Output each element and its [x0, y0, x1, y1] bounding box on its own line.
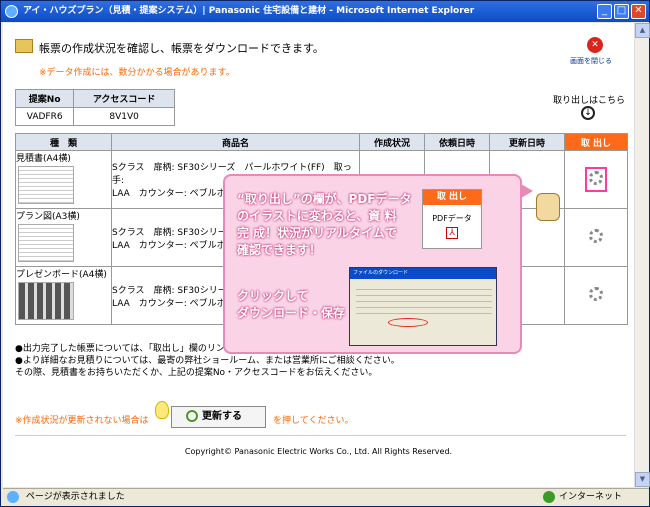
window-title: アイ・ハウズプラン（見積・提案システム）| Panasonic 住宅設備と建材 … [23, 6, 475, 16]
pdf-preview-header: 取 出し [423, 190, 481, 205]
vertical-scrollbar[interactable]: ▲ ▼ [634, 23, 650, 487]
col-product: 商品名 [111, 133, 360, 151]
lightbulb-icon [155, 401, 169, 419]
refresh-suffix: を押してください。 [273, 416, 354, 426]
loading-icon [589, 171, 603, 185]
doc-type: 見積書(A4横) [16, 154, 71, 164]
scroll-down-icon[interactable]: ▼ [635, 472, 650, 487]
loading-icon [589, 287, 603, 301]
proposal-header: 提案No [14, 89, 75, 108]
maximize-button[interactable]: □ [614, 4, 629, 19]
scroll-up-icon[interactable]: ▲ [635, 23, 650, 38]
callout-line-5: クリックして [237, 289, 309, 303]
callout-pointer [521, 184, 533, 198]
callout-bubble: “取り出し”の欄が、PDFデータ のイラストに変わると、資 料 完 成！状況がリ… [223, 174, 522, 354]
callout-text: “取り出し”の欄が、PDFデータ のイラストに変わると、資 料 完 成！状況がリ… [237, 191, 427, 259]
down-arrow-icon[interactable]: ↓ [581, 106, 595, 120]
page-icon [7, 491, 19, 503]
doc-thumbnail [18, 224, 74, 262]
pdf-icon: ⅄ [446, 227, 458, 239]
zone-text: インターネット [559, 492, 623, 502]
save-button-highlight[interactable] [388, 318, 428, 327]
proposal-no: VADFR6 [14, 107, 75, 126]
col-takeout: 取 出し [564, 133, 628, 151]
access-code: 8V1V0 [73, 107, 175, 126]
access-header: アクセスコード [73, 89, 175, 108]
callout-line-2: のイラストに変わると、資 料 [237, 209, 397, 223]
refresh-button[interactable]: 更新する [171, 406, 266, 428]
ie-icon [5, 5, 18, 18]
hand-cursor-icon [536, 193, 560, 221]
col-status: 作成状況 [359, 133, 425, 151]
doc-thumbnail [18, 166, 74, 204]
refresh-button-label: 更新する [202, 411, 242, 422]
info-bullet-2: ●より詳細なお見積りについては、最寄の弊社ショールーム、または営業所にご相談くだ… [15, 356, 400, 366]
globe-icon [543, 491, 555, 503]
col-updated: 更新日時 [489, 133, 565, 151]
copyright: Copyright© Panasonic Electric Works Co.,… [184, 447, 453, 456]
minimize-button[interactable]: _ [597, 4, 612, 19]
page-heading: 帳票の作成状況を確認し、帳票をダウンロードできます。 [39, 42, 324, 55]
close-window-button[interactable]: ✕ [631, 4, 646, 19]
col-type: 種 類 [15, 133, 112, 151]
doc-type: プレゼンボード(A4横) [16, 270, 107, 280]
callout-click-text: クリックして ダウンロード・保存 [237, 288, 345, 322]
callout-line-3: 完 成！状況がリアルタイムで [237, 226, 397, 240]
browser-window: アイ・ハウズプラン（見積・提案システム）| Panasonic 住宅設備と建材 … [0, 0, 650, 507]
refresh-prefix: ※作成状況が更新されない場合は [15, 416, 149, 426]
title-bar: アイ・ハウズプラン（見積・提案システム）| Panasonic 住宅設備と建材 … [1, 1, 649, 22]
pdf-label: PDFデータ [432, 214, 472, 223]
status-text: ページが表示されました [25, 492, 125, 502]
callout-line-1: “取り出し”の欄が、PDFデータ [237, 192, 412, 206]
close-page-icon[interactable]: ✕ [587, 37, 603, 53]
status-bar: ページが表示されました インターネット [3, 488, 649, 506]
divider [15, 435, 626, 436]
callout-line-6: ダウンロード・保存 [237, 306, 346, 320]
dialog-title: ファイルのダウンロード [350, 268, 496, 279]
info-bullet-3: その際、見積書をお持ちいただくか、上記の提案No・アクセスコードをお伝えください… [15, 368, 378, 378]
col-requested: 依頼日時 [424, 133, 490, 151]
refresh-icon [186, 410, 198, 422]
pdf-preview: 取 出し PDFデータ ⅄ [422, 189, 482, 249]
proposal-table: 提案No アクセスコード VADFR6 8V1V0 [14, 89, 175, 126]
doc-type: プラン図(A3横) [16, 212, 80, 222]
note-text: ※データ作成には、数分かかる場合があります。 [39, 68, 235, 78]
folder-icon [15, 39, 33, 53]
download-dialog: ファイルのダウンロード [349, 267, 497, 346]
takeout-link[interactable]: 取り出しはこちら [553, 93, 625, 106]
close-page-link[interactable]: 画面を閉じる [570, 56, 612, 66]
loading-icon [589, 229, 603, 243]
dialog-body [356, 284, 492, 314]
doc-thumbnail [18, 282, 74, 320]
callout-line-4: 確認できます！ [237, 243, 322, 257]
